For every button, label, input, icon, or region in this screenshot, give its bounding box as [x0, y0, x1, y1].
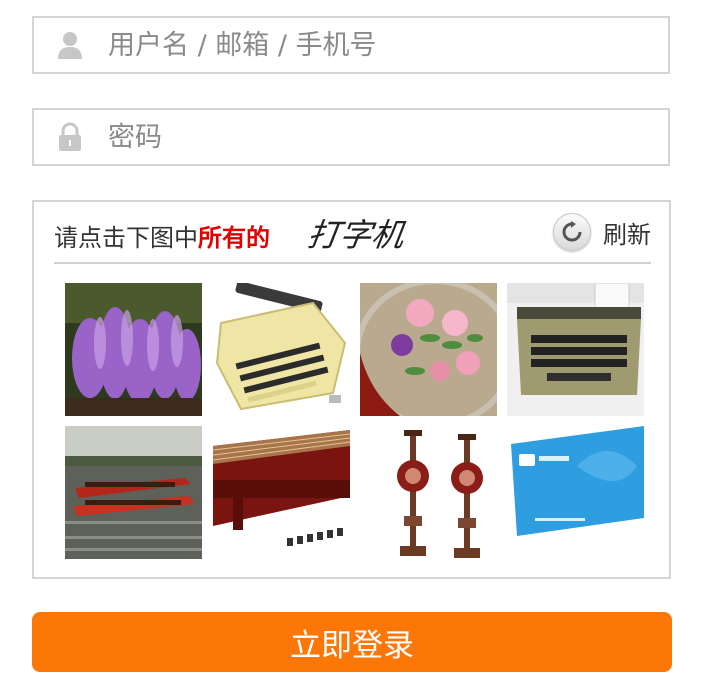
captcha-prompt-prefix: 请点击下图中 [54, 224, 198, 252]
username-input[interactable] [108, 29, 668, 61]
refresh-icon [553, 213, 591, 251]
image-captcha: 请点击下图中所有的 打字机 刷新 [32, 200, 671, 579]
embroidery-image [360, 283, 497, 416]
captcha-tile-5[interactable] [65, 426, 202, 559]
guzheng-image [213, 426, 350, 559]
captcha-tile-7[interactable] [360, 426, 497, 559]
password-field[interactable] [32, 108, 670, 166]
user-icon [58, 30, 82, 60]
captcha-tile-1[interactable] [65, 283, 202, 416]
captcha-instruction: 请点击下图中所有的 [54, 218, 270, 253]
cream-typewriter-image [213, 283, 350, 416]
captcha-tile-4[interactable] [507, 283, 644, 416]
captcha-tile-2[interactable] [213, 283, 350, 416]
coral-mushroom-image [65, 283, 202, 416]
login-button[interactable]: 立即登录 [32, 612, 672, 672]
captcha-tile-8[interactable] [507, 426, 644, 559]
password-input[interactable] [108, 121, 668, 153]
candlesticks-image [360, 426, 497, 559]
refresh-label: 刷新 [603, 220, 651, 249]
username-field[interactable] [32, 16, 670, 74]
captcha-tile-3[interactable] [360, 283, 497, 416]
dragon-boat-image [65, 426, 202, 559]
captcha-tile-6[interactable] [213, 426, 350, 559]
captcha-refresh-button[interactable]: 刷新 [553, 212, 651, 252]
captcha-prompt-emphasis: 所有的 [198, 224, 270, 252]
olive-typewriter-image [507, 283, 644, 416]
blue-card-image [507, 426, 644, 559]
lock-icon [58, 122, 82, 152]
captcha-target-word: 打字机 [305, 216, 407, 254]
captcha-header: 请点击下图中所有的 打字机 刷新 [54, 202, 651, 264]
